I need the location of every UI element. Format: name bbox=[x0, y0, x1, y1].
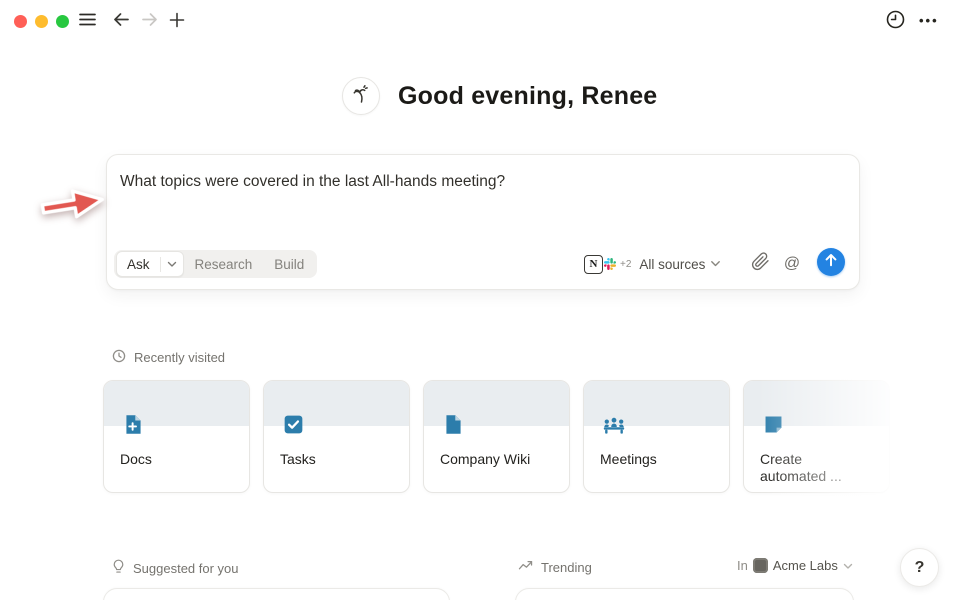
mode-ask-button[interactable]: Ask bbox=[117, 257, 160, 272]
recent-card-create-automated[interactable]: Create automated ... bbox=[743, 380, 890, 493]
card-label: Create automated ... bbox=[760, 451, 872, 485]
ask-input[interactable]: What topics were covered in the last All… bbox=[120, 173, 820, 191]
mode-dropdown-button[interactable] bbox=[161, 261, 183, 268]
chevron-down-icon bbox=[843, 558, 853, 573]
chevron-down-icon bbox=[710, 260, 721, 268]
recent-card-docs[interactable]: Docs bbox=[103, 380, 250, 493]
window-close-button[interactable] bbox=[14, 15, 27, 28]
arrow-left-icon bbox=[111, 9, 132, 35]
more-options-button[interactable]: ••• bbox=[919, 13, 939, 28]
document-icon bbox=[442, 413, 465, 441]
recent-card-tasks[interactable]: Tasks bbox=[263, 380, 410, 493]
at-sign-icon: @ bbox=[784, 255, 800, 273]
slack-source-icon bbox=[601, 256, 618, 273]
task-check-icon bbox=[282, 413, 305, 441]
chevron-down-icon bbox=[167, 261, 177, 268]
forward-button[interactable] bbox=[137, 10, 161, 34]
window-minimize-button[interactable] bbox=[35, 15, 48, 28]
hamburger-icon bbox=[77, 9, 98, 35]
history-button[interactable] bbox=[883, 10, 907, 34]
section-label: Recently visited bbox=[134, 350, 225, 365]
workspace-avatar bbox=[753, 558, 768, 573]
workspace-name: Acme Labs bbox=[773, 558, 838, 573]
plus-icon bbox=[167, 10, 187, 35]
all-sources-label: All sources bbox=[639, 257, 705, 272]
trending-card[interactable] bbox=[515, 588, 854, 600]
page-title: Good evening, Renee bbox=[398, 82, 657, 111]
workspace-selector[interactable]: In Acme Labs bbox=[737, 558, 853, 573]
workspace-prefix-label: In bbox=[737, 558, 748, 573]
card-label: Company Wiki bbox=[440, 451, 552, 468]
card-label: Tasks bbox=[280, 451, 392, 468]
doc-add-icon bbox=[122, 413, 145, 441]
meeting-people-icon bbox=[602, 413, 626, 442]
clock-icon bbox=[112, 349, 126, 366]
mode-research-button[interactable]: Research bbox=[184, 257, 264, 272]
card-label: Docs bbox=[120, 451, 232, 468]
ai-avatar bbox=[342, 77, 380, 115]
notion-source-icon: N bbox=[584, 255, 603, 274]
sidebar-toggle-button[interactable] bbox=[75, 10, 99, 34]
recently-visited-header: Recently visited bbox=[112, 349, 225, 366]
window-zoom-button[interactable] bbox=[56, 15, 69, 28]
mode-ask-selected: Ask bbox=[116, 251, 184, 277]
mode-build-button[interactable]: Build bbox=[263, 257, 315, 272]
back-button[interactable] bbox=[109, 10, 133, 34]
recent-card-meetings[interactable]: Meetings bbox=[583, 380, 730, 493]
lightbulb-icon bbox=[112, 559, 125, 577]
card-label: Meetings bbox=[600, 451, 712, 468]
arrow-right-icon bbox=[139, 9, 160, 35]
section-label: Trending bbox=[541, 560, 592, 575]
paperclip-icon bbox=[751, 252, 770, 276]
help-button[interactable]: ? bbox=[900, 548, 939, 587]
new-tab-button[interactable] bbox=[165, 10, 189, 34]
recent-card-company-wiki[interactable]: Company Wiki bbox=[423, 380, 570, 493]
section-label: Suggested for you bbox=[133, 561, 239, 576]
mention-button[interactable]: @ bbox=[780, 252, 804, 276]
send-button[interactable] bbox=[817, 248, 845, 276]
template-icon bbox=[762, 413, 785, 441]
trending-header: Trending bbox=[518, 559, 592, 575]
question-mark-icon: ? bbox=[915, 559, 925, 577]
annotation-arrow bbox=[35, 177, 114, 237]
trending-up-icon bbox=[518, 559, 533, 575]
more-sources-count: +2 bbox=[620, 259, 631, 270]
sources-selector[interactable]: N +2 All sources bbox=[584, 250, 721, 278]
app-window: ••• Good evening, Renee What topics were… bbox=[0, 0, 960, 600]
arrow-up-icon bbox=[824, 253, 838, 272]
attach-file-button[interactable] bbox=[748, 252, 772, 276]
palm-tree-icon bbox=[349, 82, 373, 111]
mode-switcher: Ask Research Build bbox=[114, 250, 317, 278]
clock-icon bbox=[885, 9, 906, 35]
suggested-card[interactable] bbox=[103, 588, 450, 600]
suggested-header: Suggested for you bbox=[112, 559, 239, 577]
